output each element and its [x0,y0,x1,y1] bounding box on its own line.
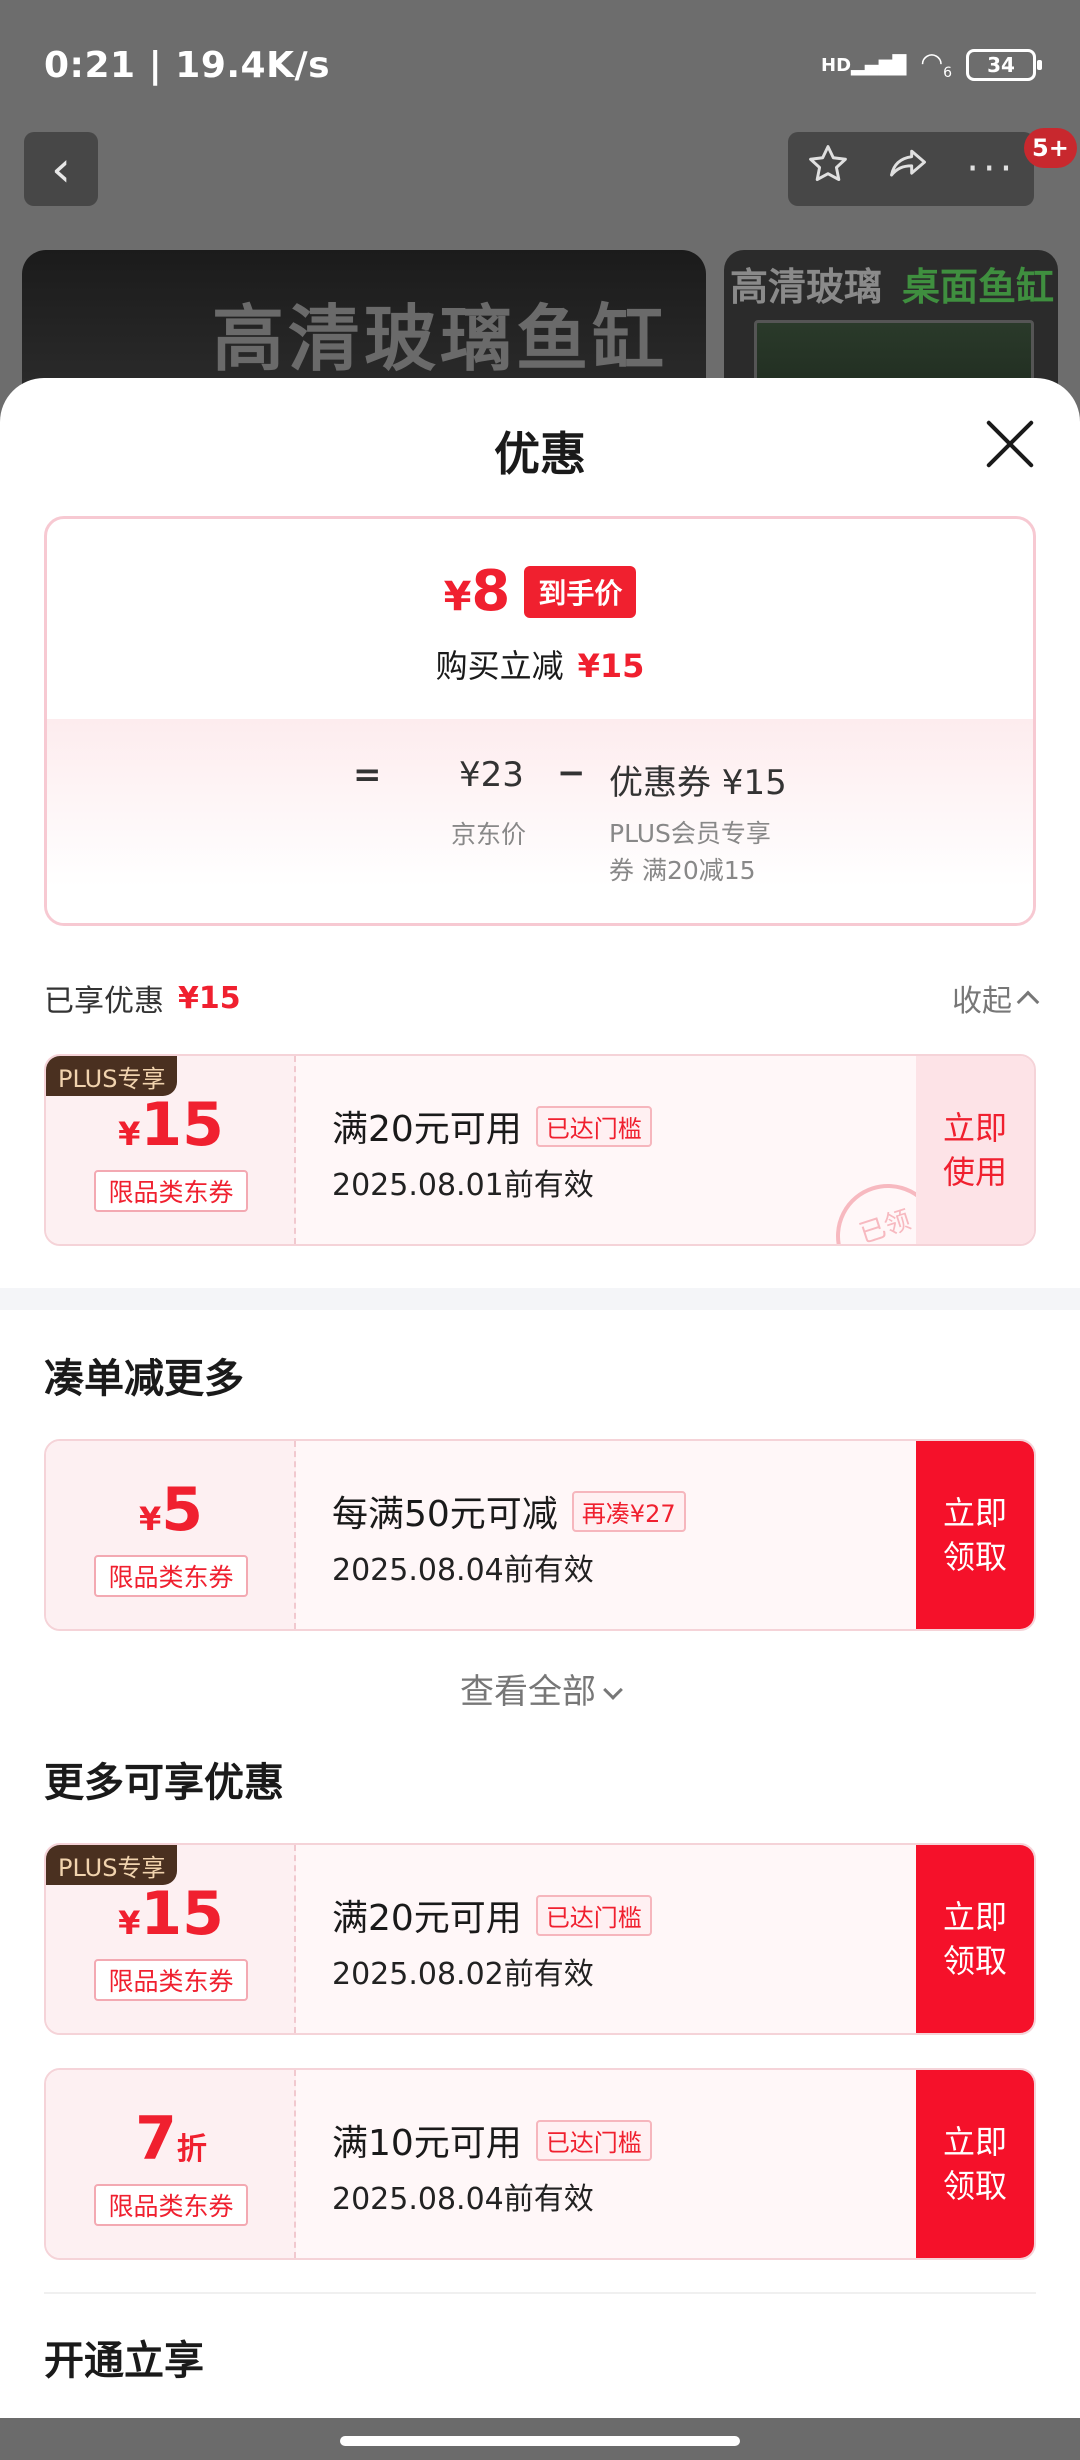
coupon-date: 2025.08.01前有效 [332,1168,594,1203]
home-indicator[interactable] [340,2436,740,2446]
coupon-type: 限品类东券 [94,1170,248,1212]
add-more-tag: 再凑¥27 [571,1490,686,1532]
coupon-type: 限品类东券 [94,1555,248,1597]
section-divider [0,1288,1080,1310]
section-title-more-reduce: 凑单减更多 [44,1356,244,1402]
top-actions: ··· [788,132,1034,206]
discount-sheet: 优惠 ¥8 到手价 购买立减 ¥15 = ¥23 − 优惠券 ¥15 京东价 PL… [0,378,1080,2418]
section-title-more-offers: 更多可享优惠 [44,1760,284,1806]
coupon-condition: 满20元可用 已达门槛 [332,1889,652,1941]
chevron-down-icon [603,1680,623,1700]
reduce-label: 购买立减 [435,647,564,685]
coupon-description: PLUS会员专享券 满20减15 [609,819,771,885]
battery-icon: 34 [966,49,1042,81]
signal-icon: HD▂▄▆█ [821,54,907,76]
jd-price-label: 京东价 [451,820,527,849]
final-price-row: ¥8 到手价 [47,559,1033,624]
thumbnail-text-2: 桌面鱼缸 [902,265,1055,309]
threshold-tag: 已达门槛 [535,1894,652,1936]
thumbnail-text-1: 高清玻璃 [730,265,883,309]
coupon-condition: 满10元可用 已达门槛 [332,2114,652,2166]
applied-coupon-card: PLUS专享 ¥15 限品类东券 满20元可用 已达门槛 2025.08.01前… [44,1054,1036,1246]
notification-badge: 5+ [1024,128,1077,168]
threshold-tag: 已达门槛 [535,2119,652,2161]
coupon-type: 限品类东券 [94,2184,248,2226]
threshold-tag: 已达门槛 [535,1105,652,1147]
chevron-left-icon: ‹ [51,140,71,198]
more-icon[interactable]: ··· [966,146,1016,192]
claim-button[interactable]: 立即领取 [916,1845,1034,2033]
section-title-open-enjoy: 开通立享 [44,2338,204,2384]
final-price: ¥8 [443,559,511,624]
use-now-button[interactable]: 立即使用 [916,1056,1034,1244]
status-bar: 0:21 | 19.4K/s HD▂▄▆█ ◠6 34 [0,0,1080,130]
coupon-date: 2025.08.04前有效 [332,1553,594,1588]
reduce-row: 购买立减 ¥15 [47,641,1033,687]
banner-text: 高清玻璃鱼缸 [212,297,669,381]
star-icon[interactable] [806,142,850,196]
chevron-up-icon [1016,990,1040,1014]
wifi-icon: ◠6 [920,48,952,82]
divider [44,2292,1036,2294]
view-all-label: 查看全部 [460,1672,596,1712]
enjoyed-discount-row: 已享优惠 ¥15 收起 [44,976,1040,1020]
claim-button[interactable]: 立即领取 [916,1441,1034,1629]
final-price-tag: 到手价 [524,565,637,618]
coupon-card: 7折 限品类东券 满10元可用 已达门槛 2025.08.04前有效 立即领取 [44,2068,1036,2260]
coupon-deduction: 优惠券 ¥15 [609,763,787,803]
view-all-button[interactable]: 查看全部 [0,1664,1080,1713]
coupon-amount: ¥15 [118,1879,224,1949]
coupon-condition: 每满50元可减 再凑¥27 [332,1485,686,1537]
coupon-card: ¥5 限品类东券 每满50元可减 再凑¥27 2025.08.04前有效 立即领… [44,1439,1036,1631]
coupon-amount: ¥15 [118,1090,224,1160]
reduce-amount: ¥15 [577,647,645,685]
share-icon[interactable] [885,142,931,196]
close-icon[interactable] [982,416,1038,472]
minus-sign: − [557,753,586,793]
collapse-label: 收起 [952,984,1012,1019]
coupon-discount: 7折 [135,2104,207,2174]
status-icons: HD▂▄▆█ ◠6 34 [821,48,1042,82]
equals-sign: = [353,755,382,795]
claim-button[interactable]: 立即领取 [916,2070,1034,2258]
coupon-card: PLUS专享 ¥15 限品类东券 满20元可用 已达门槛 2025.08.02前… [44,1843,1036,2035]
summary-breakdown-bg [47,719,1033,923]
enjoyed-amount: ¥15 [178,980,241,1016]
jd-price: ¥23 [459,755,524,795]
back-button[interactable]: ‹ [24,132,98,206]
price-summary: ¥8 到手价 购买立减 ¥15 = ¥23 − 优惠券 ¥15 京东价 PLUS会… [44,516,1036,926]
enjoyed-label: 已享优惠 [44,984,164,1019]
coupon-condition: 满20元可用 已达门槛 [332,1100,652,1152]
coupon-type: 限品类东券 [94,1959,248,2001]
coupon-date: 2025.08.04前有效 [332,2182,594,2217]
collapse-button[interactable]: 收起 [952,976,1040,1020]
coupon-date: 2025.08.02前有效 [332,1957,594,1992]
status-time: 0:21 | 19.4K/s [44,44,331,86]
sheet-title: 优惠 [494,427,586,481]
coupon-amount: ¥5 [138,1475,203,1545]
